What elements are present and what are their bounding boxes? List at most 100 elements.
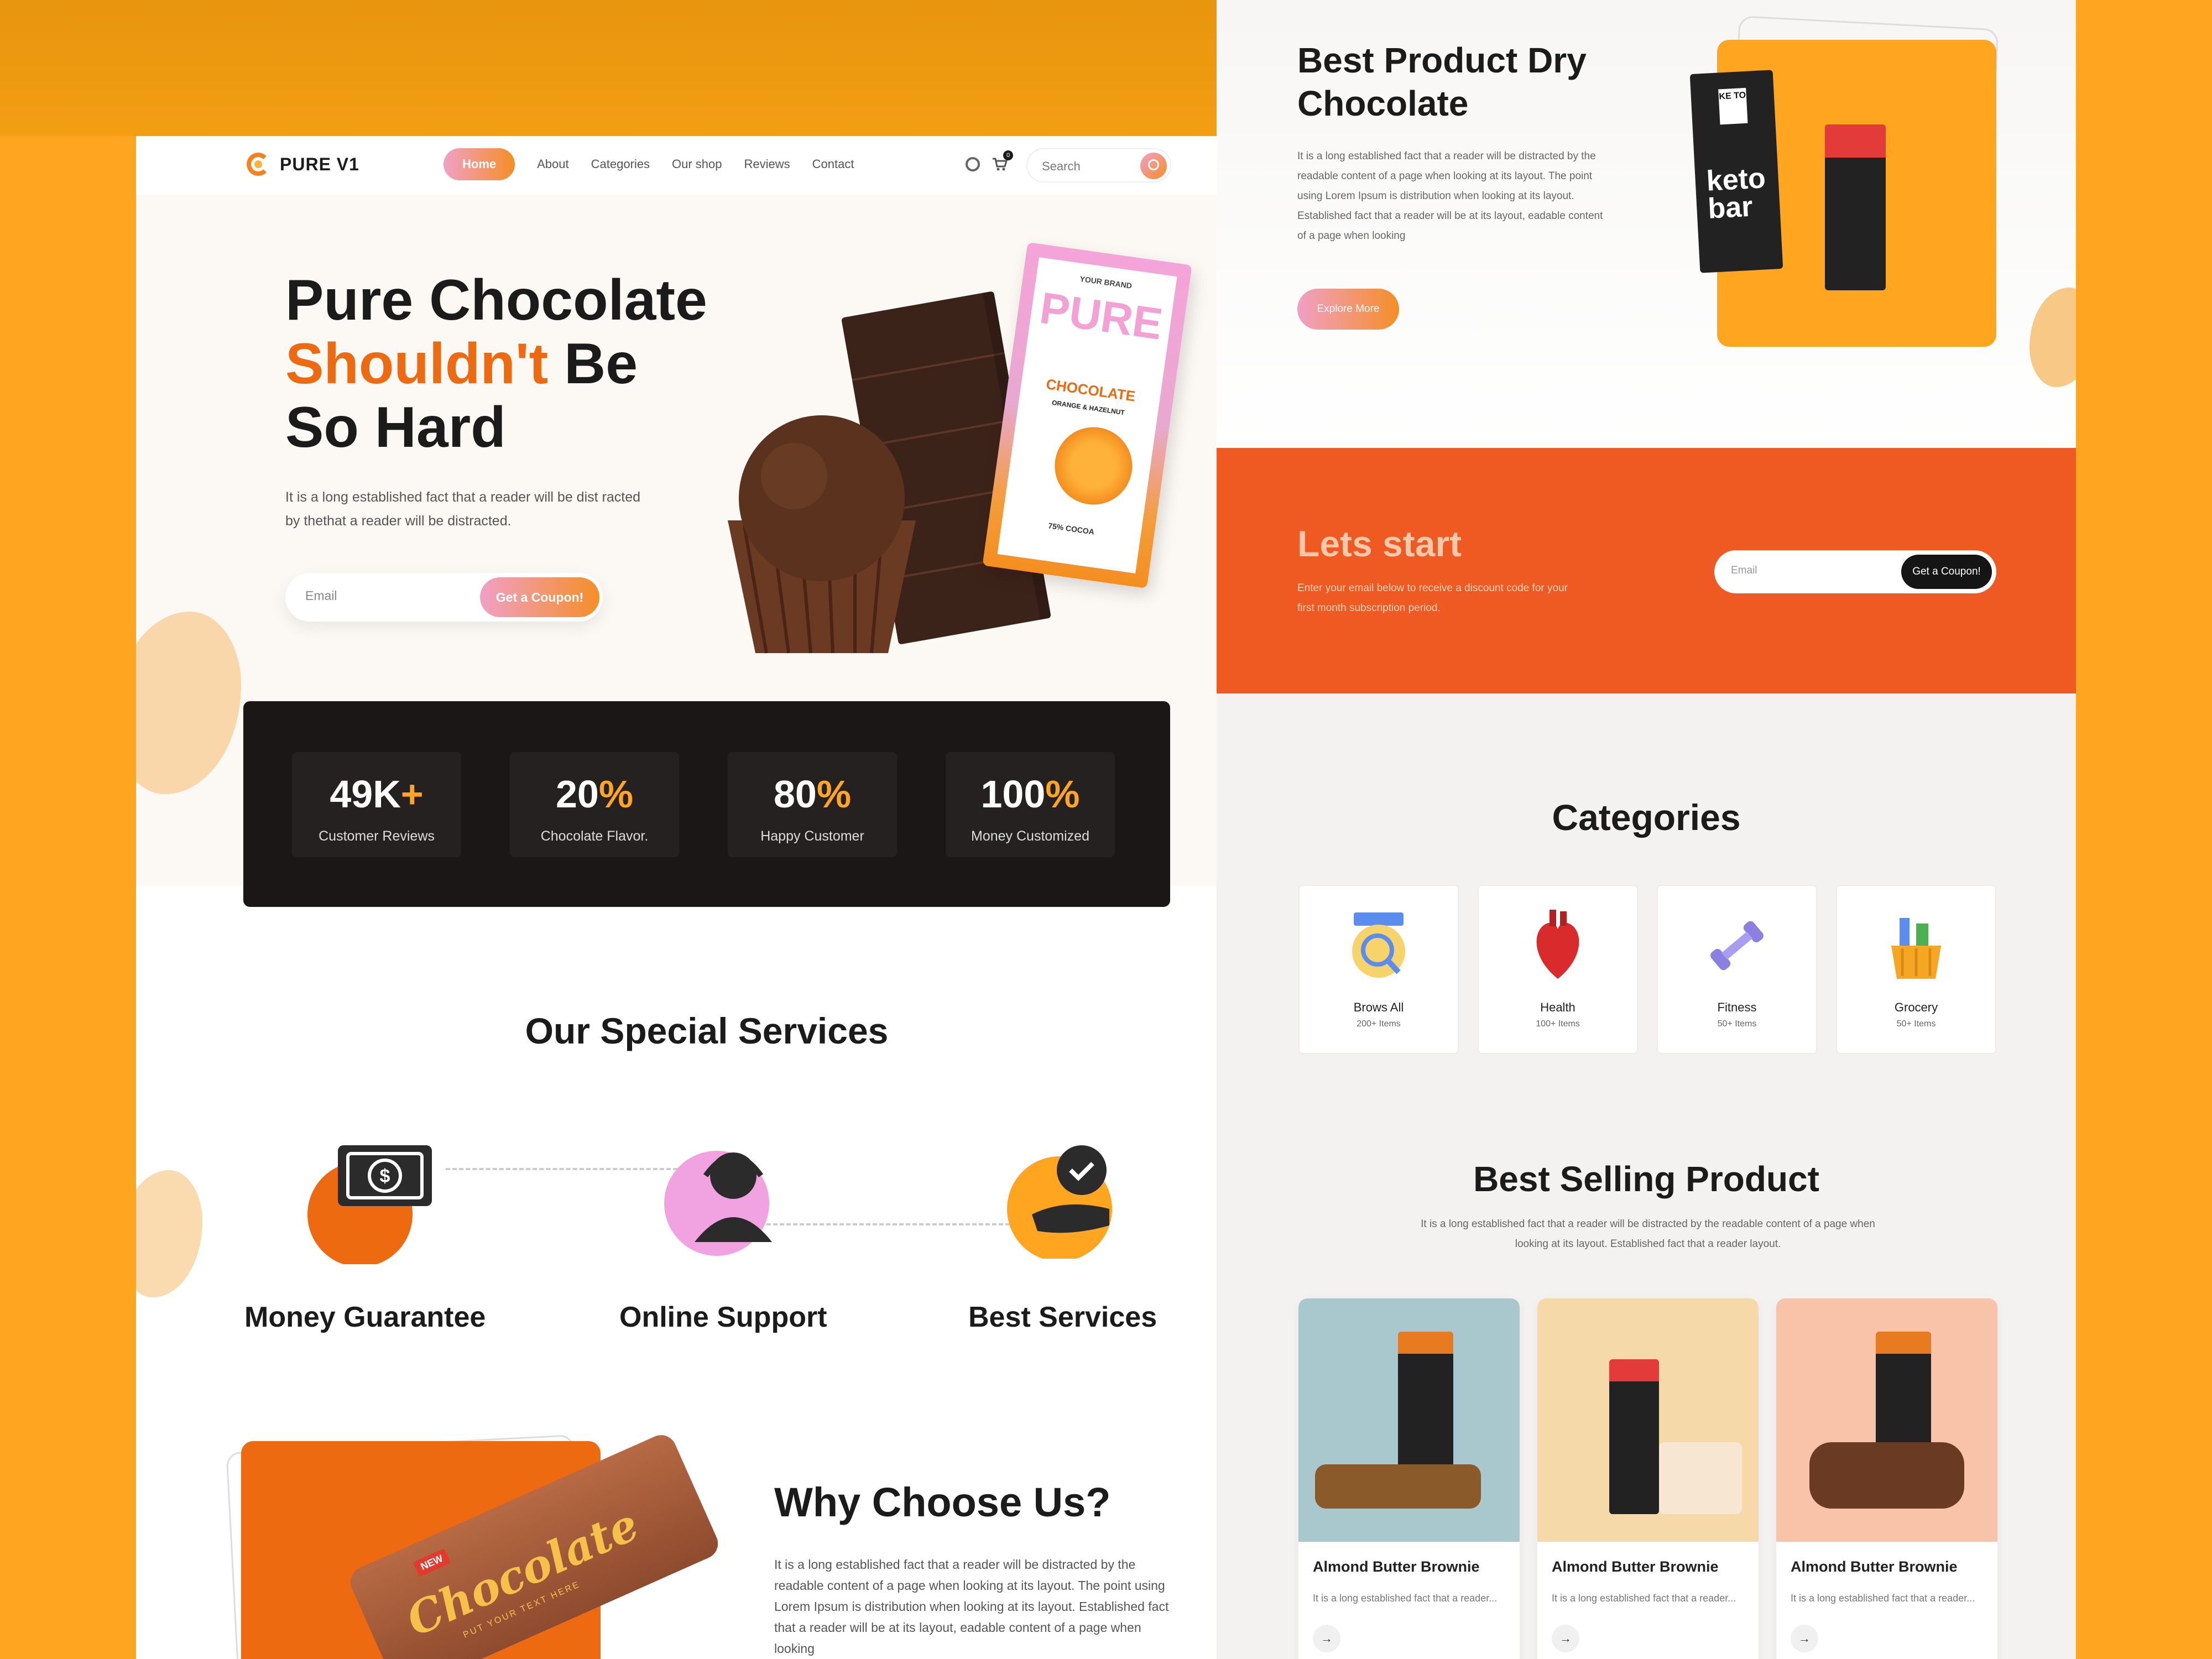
product-image <box>1776 1298 1997 1542</box>
product-card[interactable]: Almond Butter Brownie It is a long estab… <box>1537 1298 1759 1659</box>
logo[interactable]: PURE V1 <box>247 153 359 176</box>
arrow-right-icon[interactable]: → <box>1791 1625 1818 1652</box>
keto-word: keto bar <box>1705 162 1767 225</box>
product-card[interactable]: Almond Butter Brownie It is a long estab… <box>1776 1298 1997 1659</box>
search-input[interactable]: Search <box>1026 148 1171 182</box>
product-description: It is a long established fact that a rea… <box>1552 1593 1736 1604</box>
category-name: Brows All <box>1353 1000 1404 1014</box>
keto-logo: KE TO <box>1718 87 1748 125</box>
band-coupon-button[interactable]: Get a Coupon! <box>1901 555 1992 589</box>
menu-item-reviews[interactable]: Reviews <box>744 157 790 171</box>
get-coupon-button[interactable]: Get a Coupon! <box>480 577 599 617</box>
subscribe-band: Lets start Enter your email below to rec… <box>1217 448 2076 693</box>
category-count: 100+ Items <box>1536 1019 1580 1029</box>
hero-title-highlight: Shouldn't <box>285 332 549 396</box>
band-email-field[interactable]: Email <box>1731 565 1757 577</box>
award-hand-icon <box>1007 1145 1112 1259</box>
pack-cocoa: 75% COCOA <box>1047 521 1095 536</box>
feature-description: It is a long established fact that a rea… <box>1297 150 1603 242</box>
category-count: 50+ Items <box>1717 1019 1757 1029</box>
services-title: Our Special Services <box>525 1010 889 1051</box>
stat-card: 20% Chocolate Flavor. <box>510 752 679 857</box>
stat-label: Chocolate Flavor. <box>540 828 649 844</box>
menu-item-categories[interactable]: Categories <box>591 157 650 171</box>
email-field[interactable]: Email <box>305 588 337 603</box>
stat-card: 80% Happy Customer <box>728 752 897 857</box>
dumbbell-icon <box>1710 921 1764 971</box>
chocolate-cups-image <box>1809 1442 1964 1509</box>
user-icon[interactable] <box>966 157 980 171</box>
band-form: Email Get a Coupon! <box>1714 550 1996 593</box>
service-name: Money Guarantee <box>244 1301 486 1333</box>
category-name: Fitness <box>1717 1000 1757 1014</box>
product-image <box>1298 1298 1520 1542</box>
money-icon: $ <box>307 1145 432 1264</box>
categories-title: Categories <box>1552 797 1741 838</box>
cart-icon[interactable]: 0 <box>992 150 1013 171</box>
stat-label: Happy Customer <box>760 828 864 844</box>
landing-page-right: Best Product Dry Chocolate It is a long … <box>1217 0 2076 1659</box>
stat-label: Money Customized <box>971 828 1089 844</box>
stat-card: 100% Money Customized <box>946 752 1115 857</box>
search-icon[interactable] <box>1140 153 1167 179</box>
menu-item-home[interactable]: Home <box>444 148 515 180</box>
menu-item-about[interactable]: About <box>537 157 569 171</box>
cart-badge: 0 <box>1003 150 1013 160</box>
why-description: It is a long established fact that a rea… <box>774 1557 1169 1656</box>
product-description: It is a long established fact that a rea… <box>1313 1593 1498 1604</box>
wrapper-new-badge: NEW <box>413 1548 451 1577</box>
menu-item-contact[interactable]: Contact <box>812 157 854 171</box>
stat-value: 20 <box>555 773 599 816</box>
stat-suffix: + <box>400 773 424 816</box>
stat-suffix: % <box>598 773 634 816</box>
search-list-icon <box>1352 912 1405 978</box>
main-menu: Home About Categories Our shop Reviews C… <box>444 148 854 180</box>
landing-page-left: PURE V1 Home About Categories Our shop R… <box>136 136 1277 1659</box>
band-title: Lets start <box>1297 523 1462 564</box>
cake-image <box>1659 1442 1742 1514</box>
category-name: Health <box>1540 1000 1575 1014</box>
svg-text:$: $ <box>380 1166 390 1187</box>
category-count: 50+ Items <box>1896 1019 1936 1029</box>
keto-bar-image: KE TO keto bar <box>1689 70 1783 273</box>
menu-item-our-shop[interactable]: Our shop <box>672 157 722 171</box>
category-card-grocery[interactable]: Grocery 50+ Items <box>1836 885 1996 1054</box>
product-name: Almond Butter Brownie <box>1552 1558 1719 1575</box>
coupon-form: Email Get a Coupon! <box>285 573 603 622</box>
grocery-basket-icon <box>1891 918 1941 979</box>
product-name: Almond Butter Brownie <box>1791 1558 1958 1575</box>
logo-text: PURE V1 <box>280 154 359 174</box>
pack-title: PURE <box>1037 283 1166 349</box>
decor-leaf <box>136 1170 202 1297</box>
category-count: 200+ Items <box>1357 1019 1401 1029</box>
stat-value: 100 <box>980 773 1046 816</box>
navbar: PURE V1 Home About Categories Our shop R… <box>136 136 1277 195</box>
product-card[interactable]: Almond Butter Brownie It is a long estab… <box>1298 1298 1520 1659</box>
hero-title-line1: Pure Chocolate <box>285 268 707 332</box>
cupcake-image <box>728 415 916 654</box>
headset-icon <box>664 1151 772 1256</box>
hero-title-line2: Be <box>548 332 638 396</box>
explore-more-button[interactable]: Explore More <box>1297 289 1399 330</box>
category-card-fitness[interactable]: Fitness 50+ Items <box>1657 885 1817 1054</box>
best-selling-title: Best Selling Product <box>1473 1159 1819 1199</box>
keto-bar-image <box>1609 1359 1659 1514</box>
why-title: Why Choose Us? <box>774 1479 1111 1525</box>
stat-value: 49K <box>330 773 401 816</box>
arrow-right-icon[interactable]: → <box>1552 1625 1579 1652</box>
hero-title: Pure Chocolate Shouldn't Be So Hard <box>285 269 707 460</box>
logo-icon <box>247 153 270 176</box>
hero-title-line3: So Hard <box>285 395 506 460</box>
service-name: Best Services <box>968 1301 1157 1333</box>
stat-label: Customer Reviews <box>319 828 435 844</box>
brownie-image <box>1315 1464 1481 1509</box>
product-image <box>1537 1298 1759 1542</box>
orange-slice-icon <box>1050 422 1138 510</box>
category-card-health[interactable]: Health 100+ Items <box>1478 885 1638 1054</box>
search-placeholder: Search <box>1042 159 1081 173</box>
best-selling-description: It is a long established fact that a rea… <box>1421 1218 1875 1250</box>
background-top <box>0 0 1217 136</box>
category-card-brows-all[interactable]: Brows All 200+ Items <box>1298 885 1459 1054</box>
stat-card: 49K+ Customer Reviews <box>292 752 461 857</box>
arrow-right-icon[interactable]: → <box>1313 1625 1340 1652</box>
